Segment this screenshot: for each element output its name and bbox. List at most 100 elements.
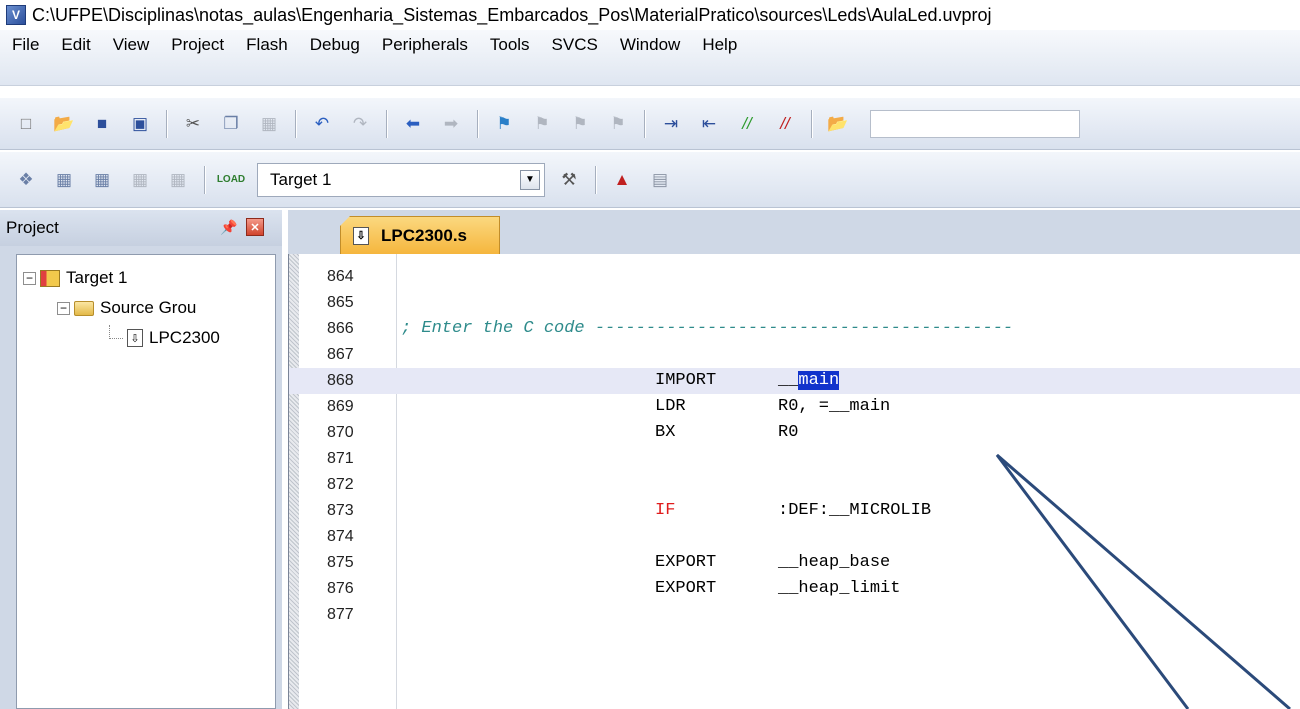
code-instruction: LDR bbox=[655, 397, 686, 416]
toolbar-separator bbox=[644, 109, 645, 138]
toolbar-separator bbox=[386, 109, 387, 138]
collapse-icon[interactable]: − bbox=[23, 271, 36, 285]
next-bookmark-icon[interactable]: ⚑ bbox=[568, 112, 592, 136]
cut-icon[interactable]: ✂ bbox=[181, 112, 205, 136]
line-number: 865 bbox=[327, 294, 354, 311]
undo-icon[interactable]: ↶ bbox=[310, 112, 334, 136]
editor-tab-strip: ⇩ LPC2300.s bbox=[288, 210, 1300, 254]
asm-file-icon: ⇩ bbox=[353, 226, 369, 245]
select-packs-icon[interactable]: ▤ bbox=[648, 168, 672, 192]
line-number: 876 bbox=[327, 580, 354, 597]
copy-icon[interactable]: ❐ bbox=[219, 112, 243, 136]
code-operand: R0 bbox=[778, 423, 799, 442]
code-operand: __heap_base bbox=[778, 553, 891, 572]
save-icon[interactable]: ■ bbox=[90, 112, 114, 136]
code-operand-prefix: __ bbox=[778, 371, 799, 390]
manage-components-icon[interactable]: ▲ bbox=[610, 168, 634, 192]
menu-bar: File Edit View Project Flash Debug Perip… bbox=[0, 30, 1300, 86]
comment-selection-icon[interactable]: // bbox=[735, 112, 759, 136]
unindent-icon[interactable]: ⇤ bbox=[697, 112, 721, 136]
menu-project[interactable]: Project bbox=[171, 35, 224, 55]
code-line: 875 EXPORT __heap_base bbox=[289, 550, 1300, 576]
indent-icon[interactable]: ⇥ bbox=[659, 112, 683, 136]
code-line: 864 bbox=[289, 264, 1300, 290]
toolbar-separator bbox=[595, 165, 596, 194]
redo-icon[interactable]: ↷ bbox=[348, 112, 372, 136]
asm-file-icon: ⇩ bbox=[127, 329, 143, 347]
project-tree: − Target 1 − Source Grou ⇩ LPC2300 bbox=[16, 254, 276, 709]
translate-icon[interactable]: ❖ bbox=[14, 168, 38, 192]
code-directive: IF bbox=[655, 501, 676, 520]
menu-peripherals[interactable]: Peripherals bbox=[382, 35, 468, 55]
code-line-current: 868 IMPORT __main bbox=[289, 368, 1300, 394]
line-number: 864 bbox=[327, 268, 354, 285]
open-folder-icon[interactable]: 📂 bbox=[52, 112, 76, 136]
tab-label: LPC2300.s bbox=[381, 225, 467, 245]
folder-icon bbox=[74, 300, 94, 316]
line-number: 872 bbox=[327, 476, 354, 493]
selected-text: main bbox=[798, 371, 840, 390]
menu-debug[interactable]: Debug bbox=[310, 35, 360, 55]
rebuild-icon[interactable]: ▦ bbox=[90, 168, 114, 192]
find-in-files-icon[interactable]: 📂 bbox=[826, 112, 850, 136]
toolbar-separator bbox=[811, 109, 812, 138]
paste-icon[interactable]: ▦ bbox=[257, 112, 281, 136]
code-line: 877 bbox=[289, 602, 1300, 628]
menu-view[interactable]: View bbox=[113, 35, 150, 55]
code-operand: R0, =__main bbox=[778, 397, 891, 416]
tree-connector bbox=[109, 325, 123, 339]
tab-lpc2300-s[interactable]: ⇩ LPC2300.s bbox=[340, 216, 500, 254]
menu-help[interactable]: Help bbox=[702, 35, 737, 55]
toolbar-separator bbox=[295, 109, 296, 138]
batch-build-icon[interactable]: ▦ bbox=[128, 168, 152, 192]
line-number: 874 bbox=[327, 528, 354, 545]
menu-file[interactable]: File bbox=[12, 35, 39, 55]
line-number: 870 bbox=[327, 424, 354, 441]
insert-bookmark-icon[interactable]: ⚑ bbox=[492, 112, 516, 136]
toolbar-separator bbox=[477, 109, 478, 138]
project-panel: Project 📌 ✕ − Target 1 − Source Grou ⇩ L… bbox=[0, 210, 282, 709]
target-options-icon[interactable]: ⚒ bbox=[557, 168, 581, 192]
find-input[interactable] bbox=[870, 109, 1080, 138]
stop-build-icon[interactable]: ▦ bbox=[166, 168, 190, 192]
target-select[interactable]: Target 1 ▼ bbox=[257, 162, 545, 197]
code-instruction: BX bbox=[655, 423, 676, 442]
target-select-value: Target 1 bbox=[270, 169, 332, 189]
navigate-forward-icon[interactable]: ➡ bbox=[439, 112, 463, 136]
menu-flash[interactable]: Flash bbox=[246, 35, 288, 55]
uvision-app-icon: V bbox=[6, 5, 26, 25]
line-number: 866 bbox=[327, 320, 354, 337]
tree-item-target[interactable]: − Target 1 bbox=[17, 263, 275, 293]
project-panel-header: Project 📌 ✕ bbox=[0, 210, 282, 246]
tree-item-source-group[interactable]: − Source Grou bbox=[17, 293, 275, 323]
save-all-icon[interactable]: ▣ bbox=[128, 112, 152, 136]
tree-item-file[interactable]: ⇩ LPC2300 bbox=[17, 323, 275, 353]
line-number: 869 bbox=[327, 398, 354, 415]
window-title: C:\UFPE\Disciplinas\notas_aulas\Engenhar… bbox=[32, 4, 992, 25]
download-load-icon[interactable]: LOAD bbox=[217, 168, 245, 192]
line-number: 877 bbox=[327, 606, 354, 623]
pin-icon[interactable]: 📌 bbox=[220, 219, 237, 236]
menu-edit[interactable]: Edit bbox=[61, 35, 90, 55]
menu-svcs[interactable]: SVCS bbox=[552, 35, 598, 55]
tree-item-label: Target 1 bbox=[66, 268, 128, 287]
chevron-down-icon[interactable]: ▼ bbox=[520, 169, 540, 190]
clear-bookmarks-icon[interactable]: ⚑ bbox=[606, 112, 630, 136]
collapse-icon[interactable]: − bbox=[57, 301, 70, 315]
uncomment-selection-icon[interactable]: // bbox=[773, 112, 797, 136]
close-icon[interactable]: ✕ bbox=[246, 218, 264, 236]
menu-window[interactable]: Window bbox=[620, 35, 680, 55]
code-instruction: EXPORT bbox=[655, 579, 717, 598]
previous-bookmark-icon[interactable]: ⚑ bbox=[530, 112, 554, 136]
tree-item-label: LPC2300 bbox=[149, 328, 220, 347]
toolbar-separator bbox=[204, 165, 205, 194]
build-icon[interactable]: ▦ bbox=[52, 168, 76, 192]
navigate-back-icon[interactable]: ⬅ bbox=[401, 112, 425, 136]
new-file-icon[interactable]: □ bbox=[14, 112, 38, 136]
menu-tools[interactable]: Tools bbox=[490, 35, 530, 55]
target-icon bbox=[40, 269, 60, 287]
build-toolbar: ❖ ▦ ▦ ▦ ▦ LOAD Target 1 ▼ ⚒ ▲ ▤ bbox=[0, 152, 1300, 208]
code-line: 873 IF :DEF:__MICROLIB bbox=[289, 498, 1300, 524]
line-number: 871 bbox=[327, 450, 354, 467]
code-editor[interactable]: 864 865 866 ; Enter the C code ---------… bbox=[288, 254, 1300, 709]
